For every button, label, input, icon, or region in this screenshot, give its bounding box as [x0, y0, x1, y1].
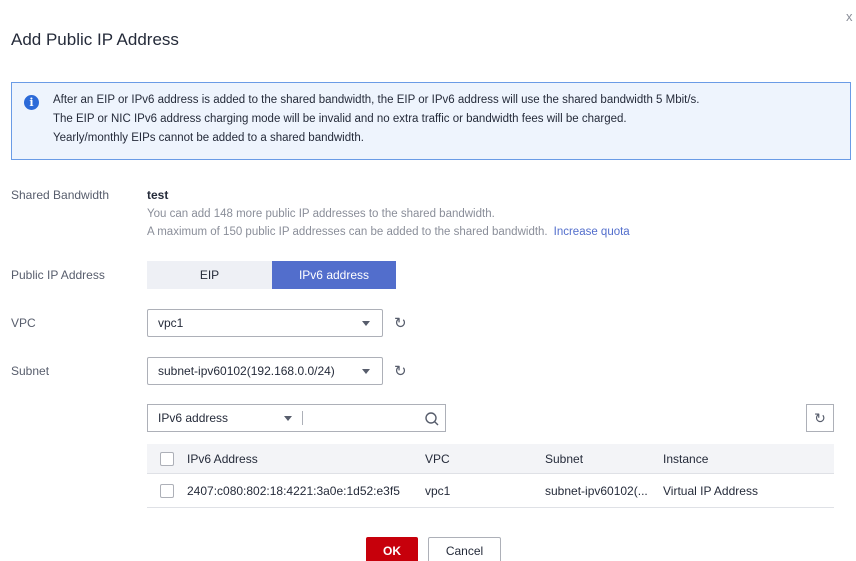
chevron-down-icon[interactable]	[284, 416, 292, 421]
subnet-select-value: subnet-ipv60102(192.168.0.0/24)	[158, 364, 335, 378]
dialog-title: Add Public IP Address	[11, 30, 179, 49]
vpc-select[interactable]: vpc1	[147, 309, 383, 337]
shared-bandwidth-label: Shared Bandwidth	[11, 188, 110, 202]
alert-line-3: Yearly/monthly EIPs cannot be added to a…	[53, 132, 364, 144]
table-header: IPv6 Address VPC Subnet Instance	[147, 444, 834, 474]
bandwidth-max-text: A maximum of 150 public IP addresses can…	[147, 226, 548, 238]
increase-quota-link[interactable]: Increase quota	[554, 226, 630, 238]
shared-bandwidth-name: test	[147, 188, 169, 202]
subnet-refresh-icon[interactable]: ↻	[394, 364, 407, 379]
column-header-vpc: VPC	[425, 452, 450, 466]
vpc-label: VPC	[11, 316, 36, 330]
select-all-checkbox[interactable]	[160, 452, 174, 466]
alert-line-1: After an EIP or IPv6 address is added to…	[53, 94, 700, 106]
public-ip-label: Public IP Address	[11, 268, 105, 282]
ipv6-address-table: IPv6 Address VPC Subnet Instance 2407:c0…	[147, 444, 834, 508]
vpc-select-value: vpc1	[158, 316, 184, 330]
info-icon: i	[24, 95, 39, 110]
table-refresh-button[interactable]: ↻	[806, 404, 834, 432]
chevron-down-icon	[362, 369, 370, 374]
ok-button[interactable]: OK	[366, 537, 418, 561]
column-header-ipv6-address: IPv6 Address	[187, 452, 258, 466]
column-header-instance: Instance	[663, 452, 709, 466]
vpc-refresh-icon[interactable]: ↻	[394, 316, 407, 331]
cell-vpc: vpc1	[425, 484, 451, 498]
segment-ipv6-address[interactable]: IPv6 address	[272, 261, 396, 289]
bandwidth-max-hint: A maximum of 150 public IP addresses can…	[147, 226, 630, 238]
column-header-subnet: Subnet	[545, 452, 584, 466]
subnet-label: Subnet	[11, 364, 50, 378]
search-field-select[interactable]: IPv6 address	[158, 405, 228, 431]
segment-eip[interactable]: EIP	[147, 261, 272, 289]
alert-line-2: The EIP or NIC IPv6 address charging mod…	[53, 113, 627, 125]
cell-ipv6-address: 2407:c080:802:18:4221:3a0e:1d52:e3f5	[187, 484, 400, 498]
table-row[interactable]: 2407:c080:802:18:4221:3a0e:1d52:e3f5 vpc…	[147, 474, 834, 508]
search-divider	[302, 411, 303, 425]
bandwidth-remaining-hint: You can add 148 more public IP addresses…	[147, 208, 495, 220]
info-alert: i After an EIP or IPv6 address is added …	[11, 82, 851, 160]
chevron-down-icon	[362, 321, 370, 326]
search-icon[interactable]	[424, 411, 440, 427]
close-icon[interactable]: x	[846, 10, 853, 23]
cell-instance: Virtual IP Address	[663, 484, 758, 498]
cancel-button[interactable]: Cancel	[428, 537, 501, 561]
address-search-bar: IPv6 address	[147, 404, 446, 432]
row-checkbox[interactable]	[160, 484, 174, 498]
subnet-select[interactable]: subnet-ipv60102(192.168.0.0/24)	[147, 357, 383, 385]
search-input[interactable]	[306, 407, 414, 429]
cell-subnet: subnet-ipv60102(...	[545, 484, 648, 498]
